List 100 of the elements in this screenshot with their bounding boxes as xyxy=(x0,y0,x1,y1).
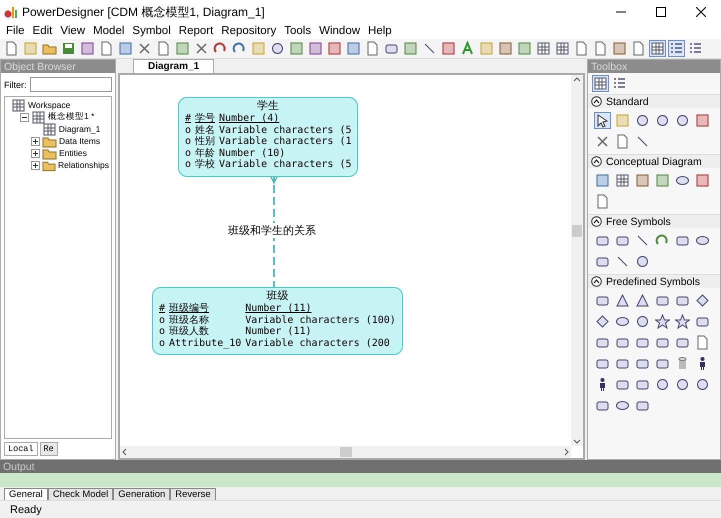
tree-item[interactable]: 概念模型1 * xyxy=(48,111,94,123)
attribute-marker: o xyxy=(159,326,166,338)
attribute-marker: o xyxy=(185,124,192,136)
relationship-label: 班级和学生的关系 xyxy=(228,223,316,238)
font-icon[interactable] xyxy=(460,41,475,56)
tree-item[interactable]: Entities xyxy=(59,148,87,158)
ellipse-icon[interactable] xyxy=(695,233,710,248)
expand-icon[interactable] xyxy=(31,160,40,170)
menu-item[interactable]: Model xyxy=(89,24,128,39)
scroll-up-icon[interactable] xyxy=(573,75,581,83)
attribute-name: 班级人数 xyxy=(169,326,210,338)
attribute-marker: o xyxy=(185,148,192,159)
menu-item[interactable]: File xyxy=(2,24,29,39)
output-tab[interactable]: Check Model xyxy=(48,488,114,500)
scrollbar-thumb[interactable] xyxy=(572,225,582,237)
menu-item[interactable]: Report xyxy=(174,24,218,39)
expand-icon[interactable] xyxy=(31,136,40,146)
diagram-icon[interactable] xyxy=(11,98,26,112)
scroll-right-icon[interactable] xyxy=(563,448,571,456)
section-header[interactable]: Predefined Symbols xyxy=(588,274,720,288)
panel-title: Toolbox xyxy=(591,60,628,72)
scroll-left-icon[interactable] xyxy=(120,448,128,456)
status-text: Ready xyxy=(10,504,42,516)
attribute-type: Number (11) xyxy=(245,326,313,338)
collapse-icon xyxy=(591,96,602,107)
attribute-name: Attribute_10 xyxy=(169,338,242,349)
menu-item[interactable]: Tools xyxy=(280,24,316,39)
page-icon[interactable] xyxy=(695,335,710,350)
tree-item[interactable]: Data Items xyxy=(59,136,100,146)
attribute-marker: o xyxy=(159,338,166,349)
attribute-type: Number (11) xyxy=(245,303,313,314)
panel-title: Object Browser xyxy=(4,60,77,72)
delete-icon[interactable] xyxy=(194,41,209,56)
panel-title: Output xyxy=(3,460,36,472)
expand-icon[interactable] xyxy=(31,148,40,158)
tree-item[interactable]: Relationships xyxy=(58,160,109,170)
attribute-name: 学号 xyxy=(195,113,216,124)
attribute-type: Variable characters (100) xyxy=(245,314,396,326)
panel-tab[interactable]: Local xyxy=(4,442,38,456)
attribute-type: Number (10) xyxy=(219,148,286,159)
attribute-name: 性别 xyxy=(195,136,216,148)
diamond-icon[interactable] xyxy=(695,293,710,308)
attribute-marker: # xyxy=(159,303,166,314)
attribute-name: 班级编号 xyxy=(169,303,210,314)
attribute-type: Variable characters (5 xyxy=(219,124,352,136)
pointer-icon[interactable] xyxy=(595,113,610,128)
menu-item[interactable]: View xyxy=(56,24,90,39)
grid-view-icon[interactable] xyxy=(593,76,608,91)
collapse-icon xyxy=(591,156,602,167)
attribute-type: Variable characters (1 xyxy=(219,136,352,148)
menu-item[interactable]: Symbol xyxy=(128,24,175,39)
line-icon[interactable] xyxy=(635,233,650,248)
document-tab[interactable]: Diagram_1 xyxy=(133,59,214,73)
close-icon xyxy=(696,7,706,17)
scrollbar-thumb[interactable] xyxy=(340,447,352,457)
menu-item[interactable]: Help xyxy=(364,24,396,39)
ellipse-icon[interactable] xyxy=(615,314,630,329)
output-tab[interactable]: Generation xyxy=(113,488,170,500)
attribute-name: 年龄 xyxy=(195,148,216,158)
collapse-icon[interactable] xyxy=(20,112,29,122)
filter-field[interactable] xyxy=(30,77,112,92)
file-icon[interactable] xyxy=(595,194,610,209)
menu-item[interactable]: Edit xyxy=(28,24,56,39)
section-header[interactable]: Free Symbols xyxy=(588,214,720,228)
page-icon[interactable] xyxy=(4,41,19,56)
collapse-icon xyxy=(591,276,602,287)
circle-icon[interactable] xyxy=(635,314,650,329)
entity-name: 班级 xyxy=(265,289,290,303)
attribute-type: Variable characters (200 xyxy=(245,338,391,349)
output-tab[interactable]: General xyxy=(4,488,48,500)
section-header[interactable]: Standard xyxy=(588,94,720,108)
attribute-type: Number (4) xyxy=(219,113,280,124)
maximize-icon xyxy=(656,7,666,17)
attribute-type: Variable characters (5 xyxy=(219,159,352,170)
star-icon[interactable] xyxy=(655,314,670,329)
filter-label: Filter: xyxy=(4,80,26,90)
attribute-name: 姓名 xyxy=(195,124,216,136)
tree-item[interactable]: Workspace xyxy=(28,100,70,110)
page-icon[interactable] xyxy=(574,41,589,56)
triangle-icon[interactable] xyxy=(615,293,630,308)
menu-item[interactable]: Window xyxy=(315,24,364,39)
ellipse-icon[interactable] xyxy=(615,398,630,413)
diagram-icon[interactable] xyxy=(31,110,46,124)
tree-item[interactable]: Diagram_1 xyxy=(58,124,100,134)
grid-icon[interactable] xyxy=(555,41,570,56)
scroll-down-icon[interactable] xyxy=(573,438,581,446)
attribute-marker: o xyxy=(185,136,192,148)
star-icon[interactable] xyxy=(675,314,690,329)
attribute-name: 学校 xyxy=(195,159,216,170)
output-tab[interactable]: Reverse xyxy=(170,488,216,500)
window-title: PowerDesigner [CDM 概念模型1, Diagram_1] xyxy=(22,4,266,20)
menu-item[interactable]: Repository xyxy=(217,24,280,39)
diagram-icon[interactable] xyxy=(42,122,57,136)
attribute-marker: # xyxy=(185,113,192,124)
list-view-icon[interactable] xyxy=(612,76,627,91)
page-icon[interactable] xyxy=(631,41,646,56)
app-logo-icon xyxy=(4,5,18,19)
panel-tab[interactable]: Re xyxy=(40,442,58,456)
section-header[interactable]: Conceptual Diagram xyxy=(588,154,720,168)
attribute-marker: o xyxy=(159,314,166,326)
